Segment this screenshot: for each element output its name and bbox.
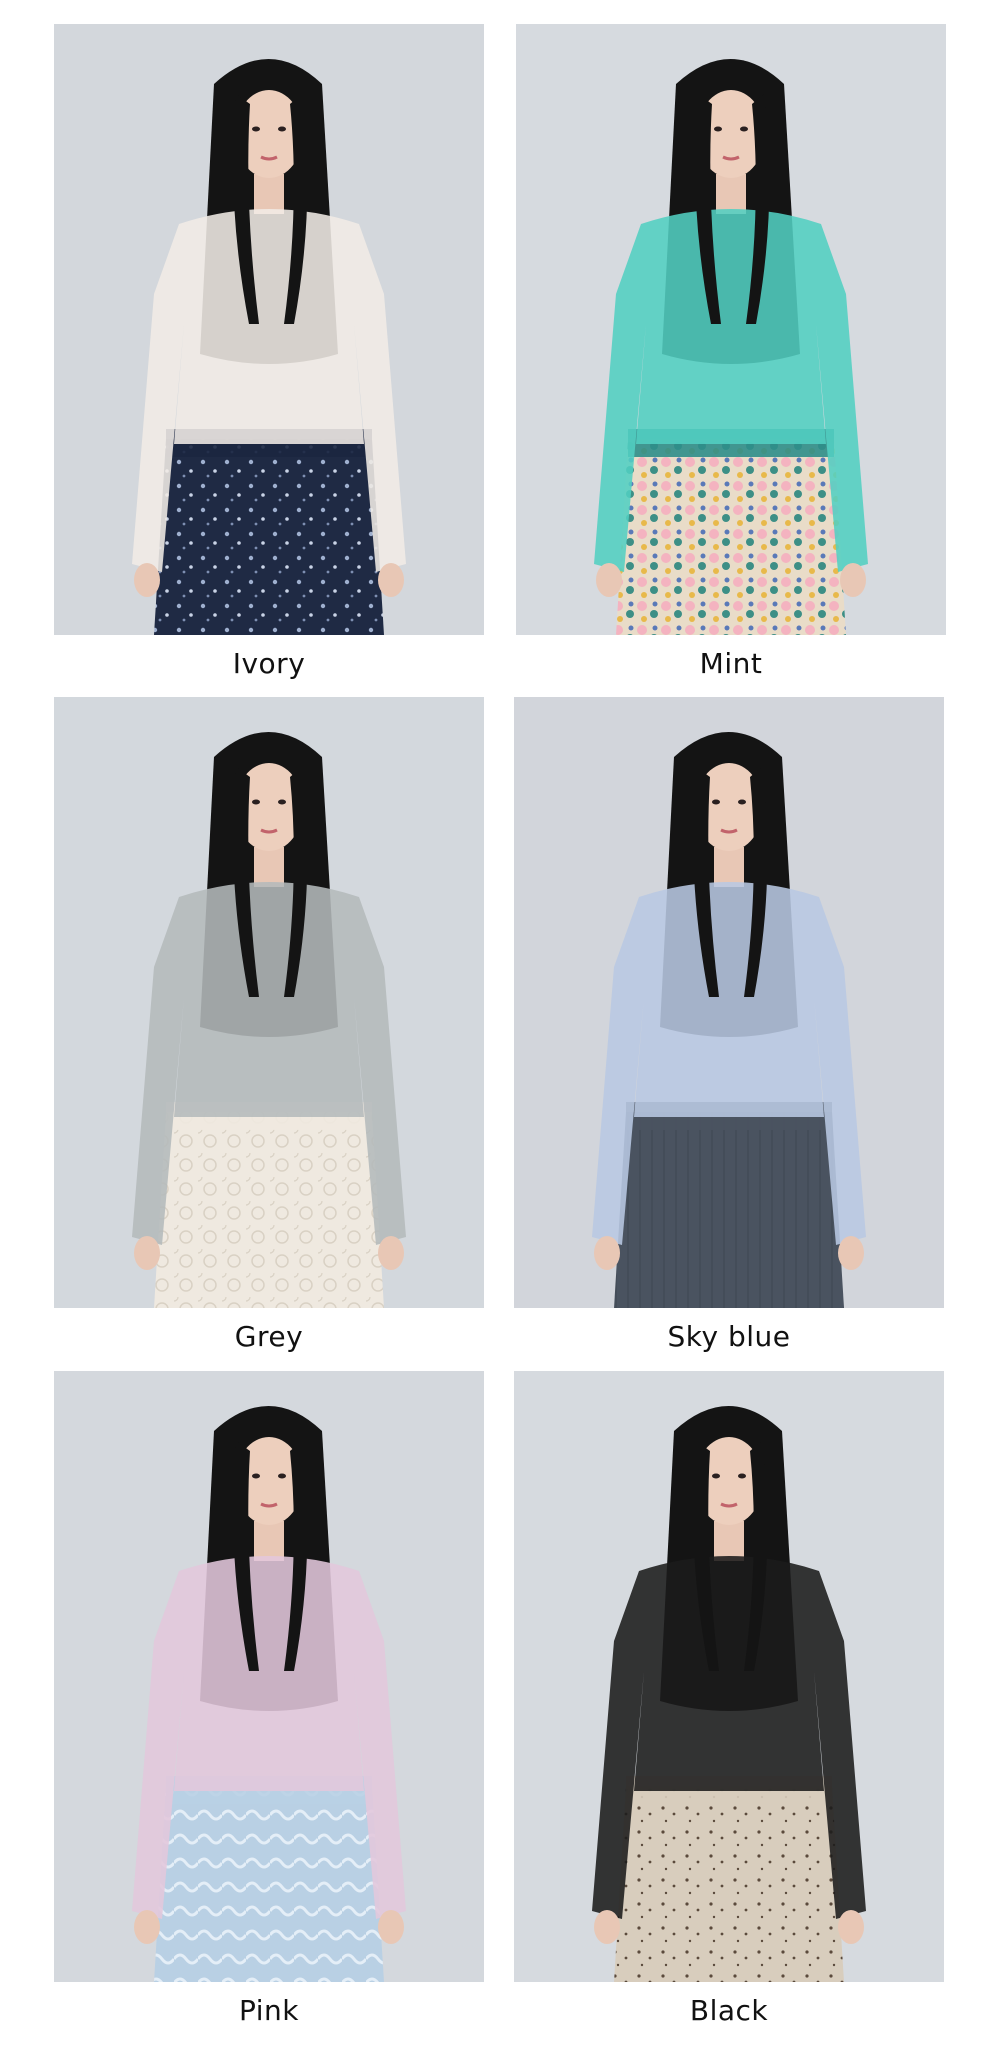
model-eye [738, 1473, 746, 1479]
model-illustration [54, 24, 484, 635]
model-eye [738, 799, 746, 805]
product-card-black[interactable]: Black [514, 1371, 944, 2027]
color-swatch-grid: Ivory Mint Grey Sky blue Pink Black [0, 0, 1000, 2061]
color-label: Black [689, 1994, 769, 2027]
model-eye [252, 799, 260, 805]
color-label: Pink [238, 1994, 299, 2027]
model-illustration [54, 697, 484, 1308]
model-bottoms [616, 439, 846, 635]
model-neck [254, 847, 284, 887]
model-illustration [516, 24, 946, 635]
model-illustration [54, 1371, 484, 1982]
model-neck [714, 847, 744, 887]
model-neck [254, 1521, 284, 1561]
product-photo[interactable] [514, 697, 944, 1308]
model-bottoms [154, 1786, 384, 1982]
model-hand [134, 563, 160, 597]
model-eye [252, 1473, 260, 1479]
color-label: Sky blue [667, 1320, 791, 1353]
model-eye [252, 126, 260, 132]
color-label: Grey [234, 1320, 304, 1353]
model-hand [134, 1236, 160, 1270]
model-neck [714, 1521, 744, 1561]
product-card-grey[interactable]: Grey [54, 697, 484, 1353]
product-photo[interactable] [54, 24, 484, 635]
model-hand [378, 1910, 404, 1944]
product-photo[interactable] [54, 697, 484, 1308]
model-illustration [514, 697, 944, 1308]
product-photo[interactable] [54, 1371, 484, 1982]
model-hand [594, 1236, 620, 1270]
model-eye [714, 126, 722, 132]
product-photo[interactable] [514, 1371, 944, 1982]
product-photo[interactable] [516, 24, 946, 635]
model-hand [378, 563, 404, 597]
product-card-pink[interactable]: Pink [54, 1371, 484, 2027]
product-card-sky-blue[interactable]: Sky blue [514, 697, 944, 1353]
model-eye [278, 1473, 286, 1479]
model-hand [840, 563, 866, 597]
model-bottoms [614, 1112, 844, 1308]
color-label: Ivory [232, 647, 306, 680]
model-neck [716, 174, 746, 214]
model-neck [254, 174, 284, 214]
model-bottoms [614, 1786, 844, 1982]
model-hand [838, 1236, 864, 1270]
color-label: Mint [699, 647, 763, 680]
model-hand [378, 1236, 404, 1270]
model-hand [134, 1910, 160, 1944]
model-eye [712, 799, 720, 805]
product-card-ivory[interactable]: Ivory [54, 24, 484, 680]
model-illustration [514, 1371, 944, 1982]
model-hand [838, 1910, 864, 1944]
model-eye [278, 799, 286, 805]
model-bottoms [154, 439, 384, 635]
model-hand [596, 563, 622, 597]
model-eye [740, 126, 748, 132]
product-card-mint[interactable]: Mint [516, 24, 946, 680]
model-eye [712, 1473, 720, 1479]
model-hand [594, 1910, 620, 1944]
model-bottoms [154, 1112, 384, 1308]
model-eye [278, 126, 286, 132]
